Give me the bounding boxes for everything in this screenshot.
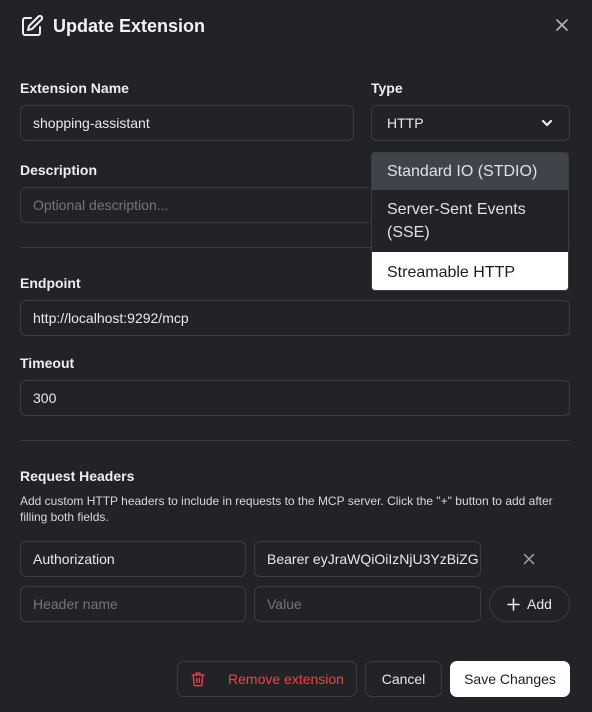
- extension-name-label: Extension Name: [20, 80, 129, 96]
- timeout-label: Timeout: [20, 355, 75, 371]
- type-dropdown-menu: Standard IO (STDIO) Server-Sent Events (…: [371, 152, 569, 291]
- save-changes-button[interactable]: Save Changes: [450, 661, 570, 697]
- close-icon: [556, 19, 568, 31]
- cancel-label: Cancel: [381, 671, 426, 687]
- divider: [20, 440, 570, 441]
- add-header-button[interactable]: Add: [489, 586, 570, 622]
- extension-name-input[interactable]: shopping-assistant: [20, 105, 354, 141]
- endpoint-input[interactable]: http://localhost:9292/mcp: [20, 300, 570, 336]
- type-select[interactable]: HTTP: [371, 105, 570, 141]
- remove-extension-button[interactable]: Remove extension: [177, 661, 357, 697]
- cancel-button[interactable]: Cancel: [365, 661, 442, 697]
- type-option-stdio[interactable]: Standard IO (STDIO): [372, 153, 568, 190]
- description-input[interactable]: Optional description...: [20, 187, 370, 223]
- request-headers-help: Add custom HTTP headers to include in re…: [20, 494, 553, 524]
- remove-extension-label: Remove extension: [228, 671, 344, 687]
- type-label: Type: [371, 80, 403, 96]
- dialog-header: Update Extension: [20, 12, 205, 40]
- endpoint-label: Endpoint: [20, 275, 81, 291]
- type-option-streamable-http[interactable]: Streamable HTTP: [372, 252, 568, 290]
- timeout-input[interactable]: 300: [20, 380, 570, 416]
- request-headers-title: Request Headers: [20, 468, 135, 484]
- close-button[interactable]: [551, 14, 573, 36]
- save-changes-label: Save Changes: [464, 671, 556, 687]
- plus-icon: [507, 597, 520, 611]
- header-name-input[interactable]: Authorization: [20, 541, 246, 577]
- edit-icon: [22, 14, 44, 36]
- new-header-value-input[interactable]: Value: [254, 586, 481, 622]
- type-select-value: HTTP: [387, 115, 424, 131]
- chevron-down-icon: [541, 119, 553, 127]
- type-option-sse[interactable]: Server-Sent Events (SSE): [372, 190, 568, 252]
- close-icon: [523, 553, 535, 565]
- remove-header-button[interactable]: [519, 549, 539, 569]
- add-header-label: Add: [527, 596, 552, 612]
- trash-icon: [191, 672, 205, 687]
- new-header-name-input[interactable]: Header name: [20, 586, 246, 622]
- description-label: Description: [20, 162, 98, 178]
- dialog-title: Update Extension: [53, 15, 206, 36]
- header-value-input[interactable]: Bearer eyJraWQiOiIzNjU3YzBiZG: [254, 541, 481, 577]
